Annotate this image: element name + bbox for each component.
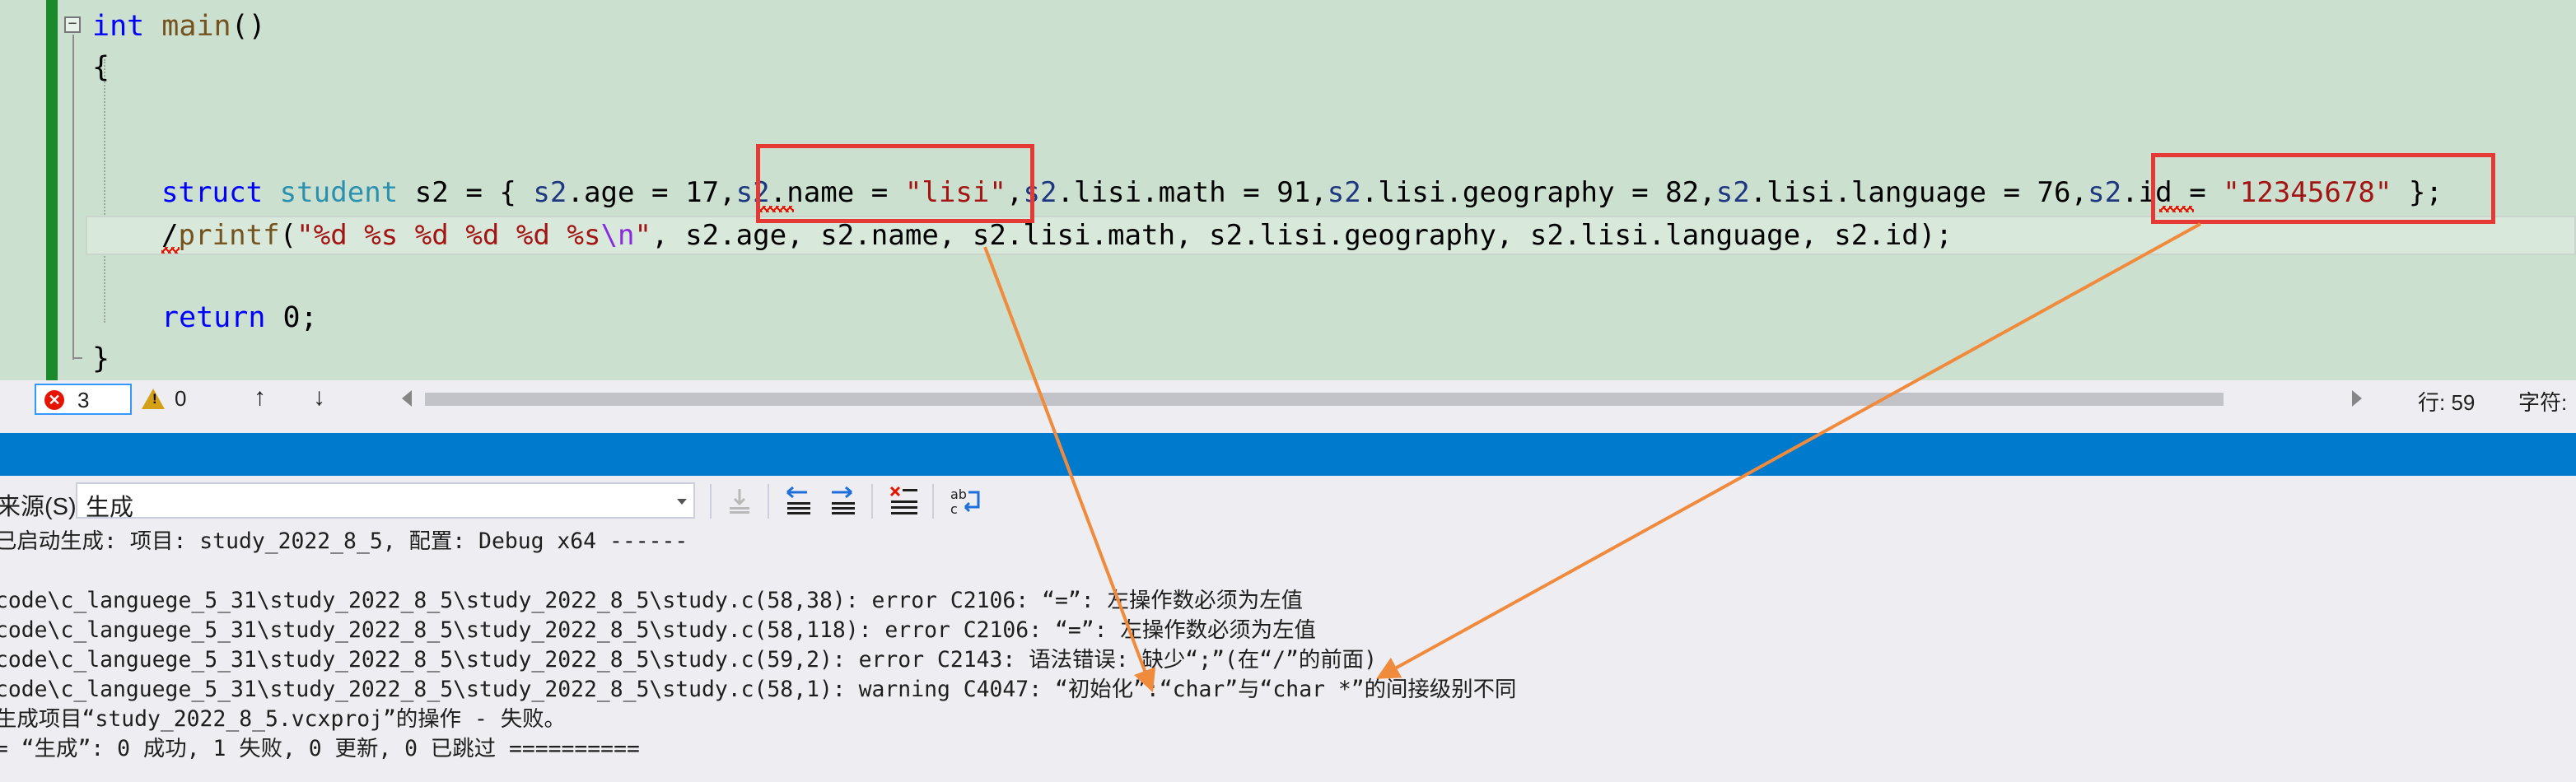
clear-all-icon[interactable] [886,482,922,519]
go-previous-icon[interactable] [781,482,817,519]
output-line[interactable]: 生成项目“study_2022_8_5.vcxproj”的操作 - 失败。 [0,705,566,734]
code-text: .lisi.math = 91, [1057,176,1328,209]
output-line[interactable]: code\c_languege_5_31\study_2022_8_5\stud… [0,675,1516,705]
change-tracking-bar [46,0,58,380]
output-toolbar: 来源(S): 生成 ab c [0,476,2576,527]
variable-s2: s2 [1715,176,1750,209]
function-printf: printf [178,219,280,252]
keyword-return: return [161,301,266,334]
chevron-down-icon [677,499,687,505]
svg-text:c: c [950,501,958,517]
toolbar-separator [768,484,769,519]
code-editor[interactable]: − int main() { struct student s2 = { s2.… [0,0,2576,380]
horizontal-scrollbar-thumb[interactable] [425,393,2224,406]
code-text: s2 = { [398,176,534,209]
toggle-word-wrap-icon[interactable]: ab c [947,482,983,519]
go-next-icon[interactable] [825,482,861,519]
keyword-int: int [92,10,145,43]
line-number-indicator: 行: 59 [2418,390,2476,415]
source-label: 来源(S): [0,494,83,520]
output-line[interactable]: code\c_languege_5_31\study_2022_8_5\stud… [0,645,1377,675]
warning-icon-mark: ! [152,391,157,407]
code-line-struct-init[interactable]: struct student s2 = { s2.age = 17,s2.nam… [161,173,2443,212]
error-icon: ✕ [44,390,64,410]
source-dropdown[interactable]: 生成 [76,482,695,521]
variable-s2: s2 [533,176,567,209]
output-line[interactable]: code\c_languege_5_31\study_2022_8_5\stud… [0,616,1316,645]
code-text: , s2.age, s2.name, s2.lisi.math, s2.lisi… [651,219,1953,252]
code-line-close-brace[interactable]: } [92,339,110,379]
svg-text:ab: ab [950,486,967,502]
previous-issue-icon[interactable]: ↑ [254,384,266,412]
warning-count[interactable]: 0 [175,386,186,412]
editor-status-strip: ✕ 3 ! 0 ↑ ↓ 行: 59 字符: [0,380,2576,418]
toolbar-separator [871,484,873,519]
indent-guide [104,59,105,323]
source-dropdown-value: 生成 [86,495,134,521]
string-literal: " [634,219,652,252]
type-student: student [279,176,399,209]
error-squiggle[interactable] [161,247,180,254]
outline-fold-end [72,357,82,359]
function-name: main [161,10,231,43]
outline-fold-line [72,35,74,360]
highlight-box-name-assignment [756,144,1034,223]
toolbar-separator [932,484,934,519]
code-line-open-brace[interactable]: { [92,48,110,87]
toolbar-separator [710,484,712,519]
panel-divider[interactable] [0,418,2576,433]
keyword-struct: struct [161,176,264,209]
highlight-box-id-assignment [2151,153,2495,224]
output-line[interactable]: 已启动生成: 项目: study_2022_8_5, 配置: Debug x64… [0,527,688,556]
collapse-toggle-icon[interactable]: − [64,16,81,33]
error-count-button[interactable]: ✕ 3 [35,384,132,415]
escape-sequence: \n [600,219,635,252]
code-text: .lisi.geography = 82, [1360,176,1716,209]
find-message-icon[interactable] [721,482,758,519]
code-text: 0; [265,301,318,334]
code-text: () [231,10,266,43]
variable-s2: s2 [2088,176,2122,209]
output-line[interactable]: = “生成”: 0 成功, 1 失败, 0 更新, 0 已跳过 ========… [0,734,640,764]
char-number-indicator: 字符: [2518,390,2568,415]
scroll-left-icon[interactable] [402,390,412,407]
code-line-return[interactable]: return 0; [161,298,318,337]
code-text: .lisi.language = 76, [1749,176,2088,209]
code-line-main[interactable]: int main() [92,7,266,46]
code-text: .age = 17, [567,176,736,209]
error-count: 3 [77,388,90,412]
output-line[interactable]: code\c_languege_5_31\study_2022_8_5\stud… [0,586,1303,616]
scroll-right-icon[interactable] [2352,390,2362,407]
string-literal: "%d %s %d %d %d %s [296,219,601,252]
output-text-area[interactable]: 已启动生成: 项目: study_2022_8_5, 配置: Debug x64… [0,527,2576,782]
variable-s2: s2 [1327,176,1361,209]
next-issue-icon[interactable]: ↓ [313,384,325,412]
code-line-printf[interactable]: /printf("%d %s %d %d %d %s\n", s2.age, s… [161,216,1953,255]
output-panel-titlebar[interactable] [0,433,2576,476]
code-text: ( [279,219,297,252]
